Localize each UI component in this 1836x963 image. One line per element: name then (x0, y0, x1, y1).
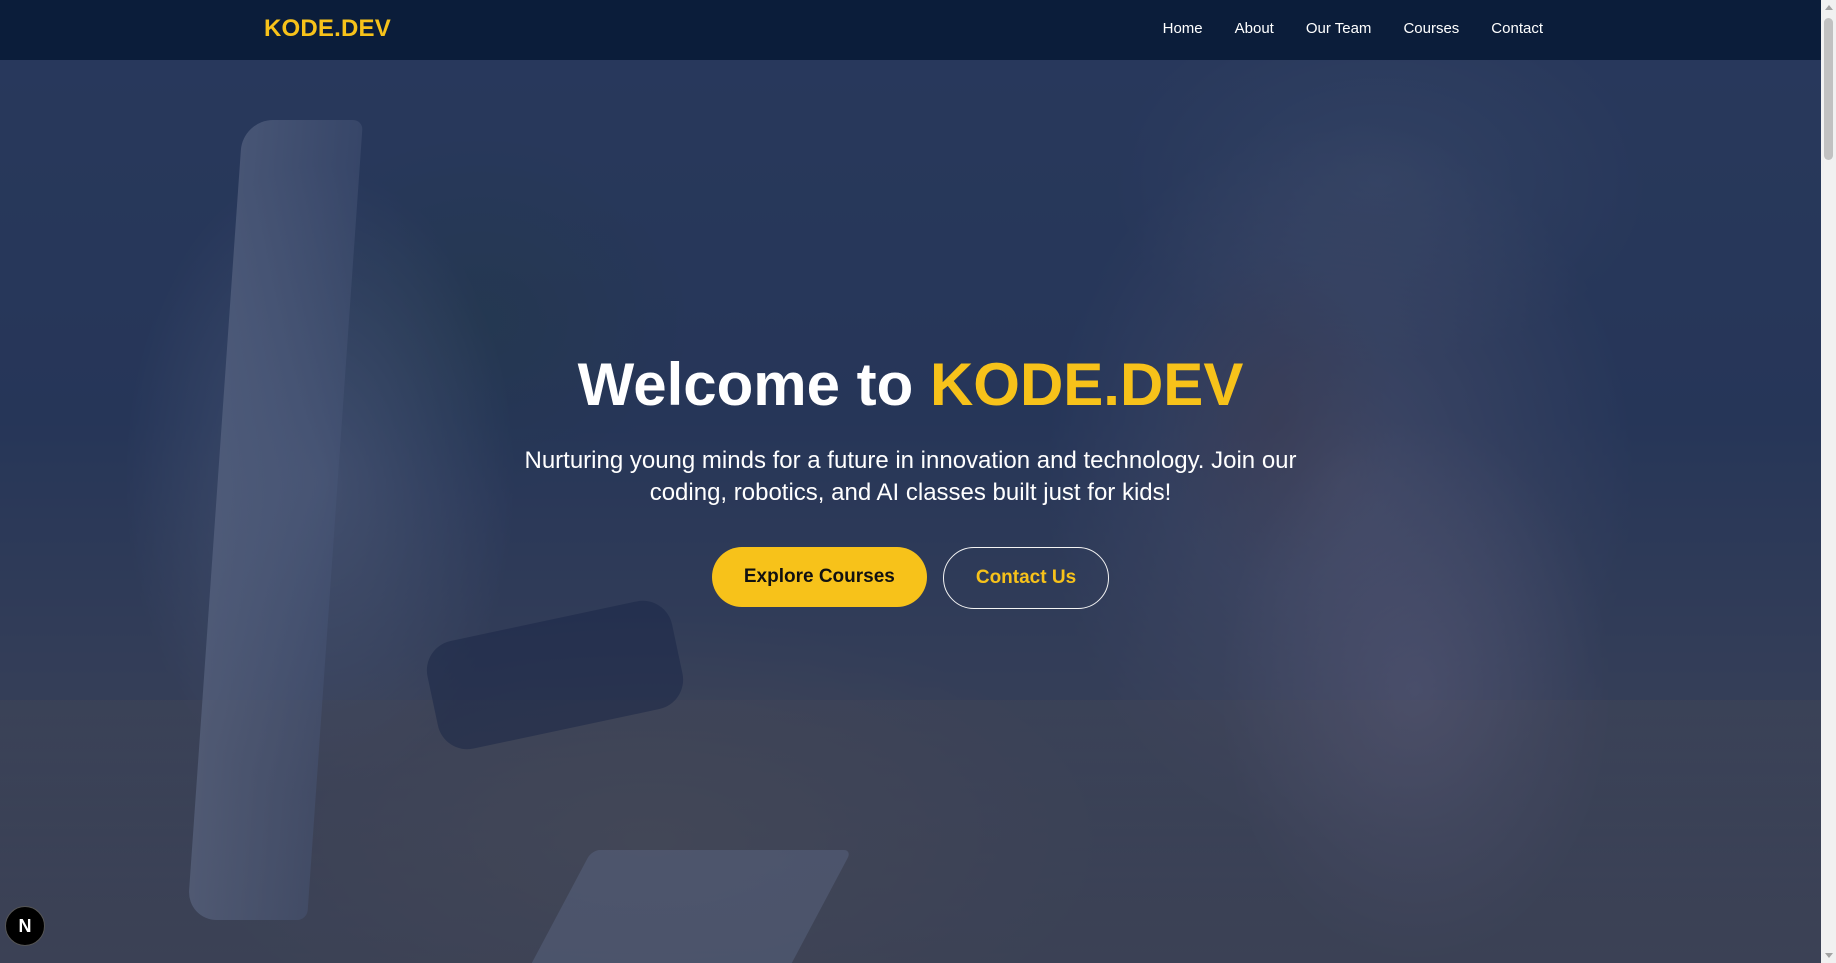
nav-item-contact[interactable]: Contact (1491, 20, 1543, 37)
hero-subtitle: Nurturing young minds for a future in in… (524, 447, 1297, 506)
page: KODE.DEV Home About Our Team Courses Con… (0, 0, 1836, 963)
scroll-thumb[interactable] (1824, 18, 1833, 160)
contact-us-button[interactable]: Contact Us (942, 547, 1110, 609)
hero-content: Welcome to KODE.DEV Nurturing young mind… (0, 345, 1821, 609)
hero-title-accent: KODE.DEV (929, 351, 1244, 418)
main-nav: Home About Our Team Courses Contact (1163, 20, 1543, 37)
scroll-down-arrow[interactable] (1821, 948, 1836, 963)
hero-button-row: Explore Courses Contact Us (0, 547, 1821, 609)
hero-title: Welcome to KODE.DEV (0, 345, 1821, 425)
nav-item-courses[interactable]: Courses (1403, 20, 1459, 37)
triangle-down-icon (1824, 953, 1833, 958)
nav-item-home[interactable]: Home (1163, 20, 1203, 37)
nav-item-our-team[interactable]: Our Team (1306, 20, 1372, 37)
explore-courses-button[interactable]: Explore Courses (711, 547, 927, 607)
hero-title-prefix: Welcome to (577, 351, 914, 418)
scroll-up-arrow[interactable] (1821, 0, 1836, 15)
top-navbar: KODE.DEV Home About Our Team Courses Con… (0, 0, 1821, 60)
vertical-scrollbar[interactable] (1821, 0, 1836, 963)
brand-logo[interactable]: KODE.DEV (264, 15, 391, 43)
nextjs-badge-icon[interactable]: N (5, 906, 45, 946)
nav-item-about[interactable]: About (1235, 20, 1274, 37)
badge-label: N (18, 915, 32, 936)
triangle-up-icon (1824, 5, 1833, 10)
